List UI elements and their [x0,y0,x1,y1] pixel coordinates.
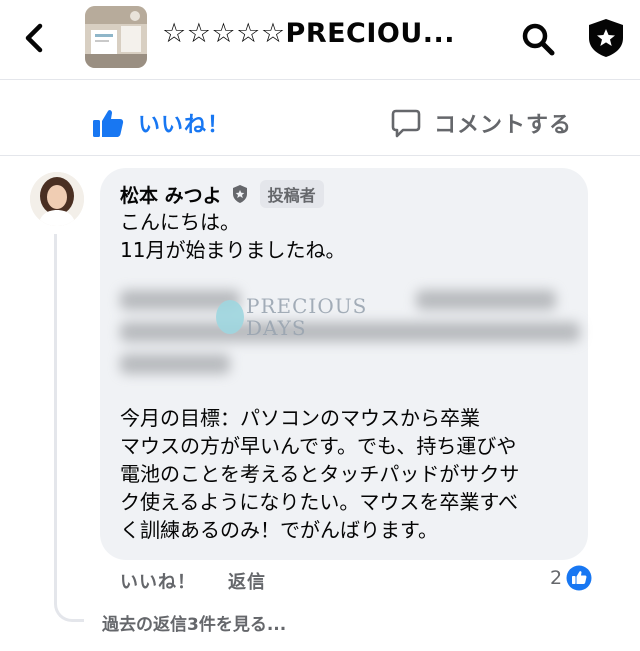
comment-text-line: く訓練あるのみ！でがんばります。 [120,518,438,542]
back-button[interactable] [18,18,54,58]
watermark-line2: DAYS [246,316,307,340]
view-previous-replies-link[interactable]: 過去の返信3件を見る... [102,610,286,635]
reaction-summary[interactable]: 2 [550,565,592,591]
post-actions-bar: いいね！ コメントする [0,90,640,156]
author-name[interactable]: 松本 みつよ [120,181,222,208]
comment-meta-row: いいね！ 返信 [120,568,266,594]
watermark-line1: PRECIOUS [246,294,368,318]
thread-line [54,234,84,622]
comment-text-line: 今月の目標：パソコンのマウスから卒業 [120,406,480,430]
search-button[interactable] [518,19,558,59]
reaction-count: 2 [550,567,563,589]
admin-tools-button[interactable] [584,16,628,60]
avatar-photo [30,172,84,226]
comment-icon [391,109,421,138]
comment-text-line: 11月が始まりましたね。 [120,238,346,262]
comment-button[interactable]: コメントする [390,106,572,140]
comment-text-line: マウスの方が早いんです。でも、持ち運びや [120,434,517,458]
comment-label: コメントする [434,113,573,138]
comment-text-line: 電池のことを考えるとタッチパッドがサクサ [120,462,520,486]
group-title[interactable]: ☆☆☆☆☆PRECIOU... [162,18,482,49]
header-bar: ☆☆☆☆☆PRECIOU... [0,0,640,80]
verified-badge-icon [232,185,247,203]
shield-star-icon [589,19,623,57]
group-thumbnail[interactable] [85,6,147,68]
comment-reply-button[interactable]: 返信 [228,568,266,594]
comment-text-line: こんにちは。 [120,210,240,234]
watermark-emblem [216,300,244,334]
watermark-logo: PRECIOUS DAYS [212,294,372,344]
comment-bubble[interactable]: 松本 みつよ 投稿者 こんにちは。 11月が始まりましたね。 PRECIOUS … [100,168,588,560]
role-badge: 投稿者 [259,180,324,208]
search-icon [522,23,555,56]
avatar[interactable] [30,172,84,226]
thumbs-up-icon [93,110,124,137]
back-arrow-icon [25,23,43,53]
group-thumbnail-image [85,6,147,68]
comment-text-line: ク使えるようになりたい。マウスを卒業すべ [120,490,518,514]
comment-like-button[interactable]: いいね！ [120,568,196,594]
like-reaction-icon [566,565,592,591]
like-label: いいね！ [138,113,231,138]
comment-author-row: 松本 みつよ 投稿者 [120,180,324,208]
like-button[interactable]: いいね！ [92,106,230,140]
